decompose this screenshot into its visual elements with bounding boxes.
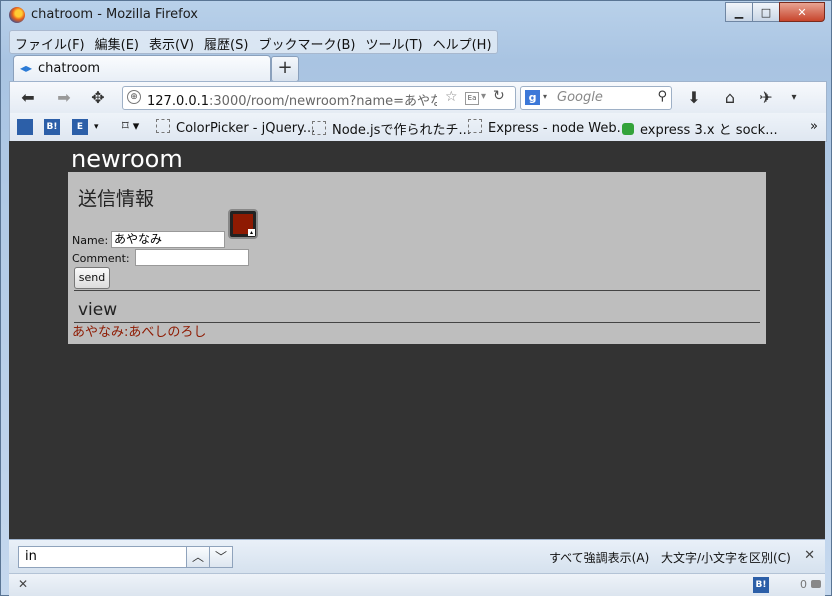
bookmark-icon-1[interactable] [17, 119, 33, 135]
hatena-bookmark-icon[interactable]: B! [44, 119, 60, 135]
chevron-more-icon[interactable]: » [810, 119, 818, 134]
comment-label: Comment: [72, 252, 130, 265]
bookmark-express[interactable]: Express - node Web... [468, 119, 629, 136]
close-button[interactable]: ✕ [779, 2, 825, 22]
back-icon[interactable]: ⬅ [18, 88, 38, 108]
google-engine-icon[interactable]: g [525, 90, 540, 105]
page-content: newroom 送信情報 Name: あやなみ ▴ Comment: send … [9, 141, 825, 539]
green-page-icon [622, 123, 634, 135]
hatena-status-icon[interactable]: B! [753, 577, 769, 593]
page-icon [468, 119, 482, 133]
bookmark-colorpicker[interactable]: ColorPicker - jQuery... [156, 119, 315, 136]
divider [74, 290, 760, 291]
forward-icon[interactable]: ➡ [54, 88, 74, 108]
minimize-button[interactable]: ▁ [725, 2, 753, 22]
addon-bar-close-icon[interactable]: ✕ [18, 577, 28, 591]
chat-panel: 送信情報 Name: あやなみ ▴ Comment: send view あやな… [68, 172, 766, 344]
menu-bookmarks[interactable]: ブックマーク(B) [253, 31, 360, 53]
bookmark-nodejs[interactable]: Node.jsで作られたチ... [312, 119, 471, 138]
room-heading: newroom [71, 145, 183, 173]
send-section-title: 送信情報 [78, 188, 155, 210]
download-icon[interactable]: ⬇ [684, 88, 704, 108]
match-case-checkbox[interactable]: 大文字/小文字を区別(C) [661, 549, 791, 566]
bookmark-dropdown-icon[interactable]: ▾ [94, 122, 99, 132]
find-bar: in ︿ ﹀ すべて強調表示(A) 大文字/小文字を区別(C) ✕ [9, 539, 825, 574]
browser-window: chatroom - Mozilla Firefox ▁ □ ✕ ファイル(F)… [0, 0, 832, 596]
page-icon [156, 119, 170, 133]
find-previous-icon[interactable]: ︿ [186, 546, 210, 568]
toolbar-menu-icon[interactable]: ▾ [784, 88, 804, 108]
tag-icon[interactable]: ⌑ ▾ [122, 119, 139, 134]
web-app-icon: ◂▸ [20, 61, 33, 75]
firefox-icon [9, 7, 25, 23]
window-title: chatroom - Mozilla Firefox [31, 7, 198, 22]
engine-dropdown-icon[interactable]: ▾ [543, 92, 547, 101]
bookmark-star-icon[interactable]: ☆ [445, 89, 458, 105]
menu-history[interactable]: 履歴(S) [199, 31, 253, 53]
url-bar[interactable]: ⊕ 127.0.0.1:3000/room/newroom?name=あやなみ … [122, 86, 516, 110]
title-bar: chatroom - Mozilla Firefox ▁ □ ✕ [1, 1, 831, 29]
menu-view[interactable]: 表示(V) [144, 31, 199, 53]
reload-icon[interactable]: ↻ [493, 88, 505, 104]
new-tab-button[interactable]: + [271, 56, 299, 82]
menu-edit[interactable]: 編集(E) [90, 31, 144, 53]
tab-strip: ◂▸ chatroom + [9, 53, 825, 82]
window-controls: ▁ □ ✕ [725, 2, 825, 22]
menu-tools[interactable]: ツール(T) [361, 31, 428, 53]
find-next-icon[interactable]: ﹀ [209, 546, 233, 568]
page-icon [312, 121, 326, 135]
bookmark-express-socket[interactable]: express 3.x と sock... [622, 119, 778, 138]
feed-bookmark-icon[interactable]: E [72, 119, 88, 135]
name-input[interactable]: あやなみ [111, 231, 225, 248]
home-icon[interactable]: ⌂ [720, 88, 740, 108]
menu-file[interactable]: ファイル(F) [10, 31, 90, 53]
color-picker-arrow-icon: ▴ [248, 229, 255, 236]
comment-input[interactable] [135, 249, 249, 266]
feed-icon[interactable]: Ea [465, 92, 479, 105]
maximize-button[interactable]: □ [752, 2, 780, 22]
globe-icon: ⊕ [127, 90, 141, 104]
chat-message: あやなみ:あべしのろし [72, 325, 207, 340]
bookmarks-toolbar: B! E ▾ ⌑ ▾ ColorPicker - jQuery... Node.… [9, 113, 827, 142]
addon-icon[interactable]: ✈ [756, 88, 776, 108]
search-bar[interactable]: g ▾ Google ⚲ [520, 86, 672, 110]
url-text[interactable]: 127.0.0.1:3000/room/newroom?name=あやなみ [147, 90, 437, 109]
menu-help[interactable]: ヘルプ(H) [428, 31, 497, 53]
status-count: 0 [800, 578, 807, 591]
find-input[interactable]: in [18, 546, 190, 568]
send-button[interactable]: send [74, 267, 110, 289]
identity-icon[interactable]: ✥ [88, 88, 108, 108]
search-placeholder: Google [557, 90, 603, 105]
tab-label: chatroom [38, 61, 101, 76]
find-close-icon[interactable]: ✕ [804, 548, 815, 563]
view-section-title: view [78, 300, 118, 320]
menu-bar: ファイル(F) 編集(E) 表示(V) 履歴(S) ブックマーク(B) ツール(… [9, 30, 498, 54]
tab-chatroom[interactable]: ◂▸ chatroom [13, 55, 271, 82]
color-picker[interactable]: ▴ [228, 209, 258, 239]
highlight-all-button[interactable]: すべて強調表示(A) [549, 549, 649, 566]
navigation-toolbar: ⬅ ➡ ✥ ⊕ 127.0.0.1:3000/room/newroom?name… [9, 81, 827, 114]
comment-bubble-icon[interactable] [811, 580, 821, 588]
url-dropdown-icon[interactable]: ▾ [481, 91, 486, 102]
name-label: Name: [72, 234, 109, 247]
search-icon[interactable]: ⚲ [657, 89, 667, 104]
status-bar: ✕ B! 0 [9, 573, 825, 596]
